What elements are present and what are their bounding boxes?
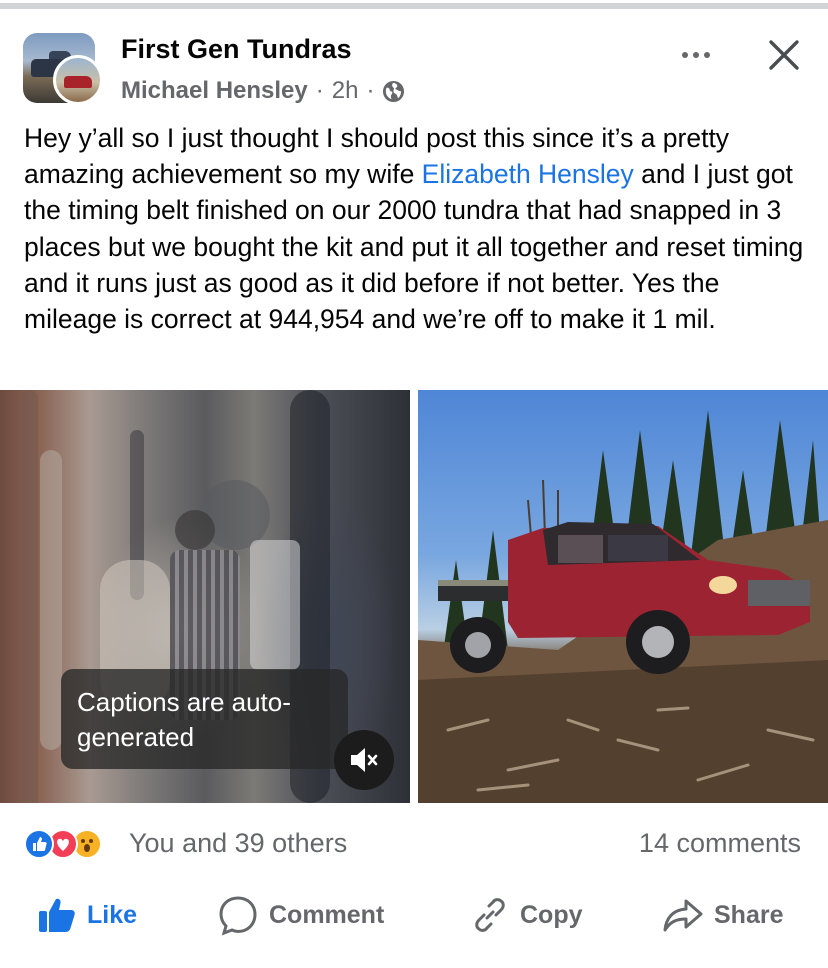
share-button-label: Share xyxy=(714,900,784,929)
like-button-label: Like xyxy=(87,900,138,929)
top-divider xyxy=(0,0,828,9)
mute-toggle-button[interactable] xyxy=(334,730,394,790)
dot-icon xyxy=(682,52,688,58)
meta-separator: · xyxy=(315,77,324,104)
dot-icon xyxy=(704,52,710,58)
like-reaction-icon xyxy=(24,829,54,859)
copy-button[interactable]: Copy xyxy=(470,892,583,938)
like-button[interactable]: Like xyxy=(37,892,137,938)
meta-separator: · xyxy=(366,77,375,104)
comment-bubble-icon xyxy=(219,896,257,936)
mention-link[interactable]: Elizabeth Hensley xyxy=(422,159,634,189)
post-body-text: Hey y’all so I just thought I should pos… xyxy=(24,120,814,337)
dot-icon xyxy=(693,52,699,58)
share-arrow-icon xyxy=(663,899,703,932)
thumbs-up-icon xyxy=(39,898,75,932)
reaction-icons[interactable] xyxy=(24,828,102,860)
captions-notice: Captions are auto-generated xyxy=(61,669,348,769)
more-options-button[interactable] xyxy=(676,40,716,70)
post-timestamp[interactable]: 2h xyxy=(332,77,359,105)
post-meta: Michael Hensley · 2h · xyxy=(121,77,405,105)
share-button[interactable]: Share xyxy=(662,892,783,938)
truck-photo[interactable] xyxy=(418,390,828,803)
reaction-summary[interactable]: You and 39 others xyxy=(129,828,347,859)
author-avatar[interactable] xyxy=(53,55,103,105)
captions-notice-text: Captions are auto-generated xyxy=(77,687,291,752)
speaker-muted-icon xyxy=(351,748,378,772)
group-avatar[interactable] xyxy=(23,33,103,105)
copy-button-label: Copy xyxy=(520,900,583,929)
close-icon xyxy=(769,40,799,70)
comment-button[interactable]: Comment xyxy=(217,892,384,938)
group-name-link[interactable]: First Gen Tundras xyxy=(121,34,352,65)
link-icon xyxy=(475,898,505,932)
comments-count-link[interactable]: 14 comments xyxy=(620,828,801,859)
globe-icon xyxy=(382,80,405,103)
comment-button-label: Comment xyxy=(269,900,385,929)
author-name-link[interactable]: Michael Hensley xyxy=(121,77,308,105)
close-button[interactable] xyxy=(764,35,804,75)
